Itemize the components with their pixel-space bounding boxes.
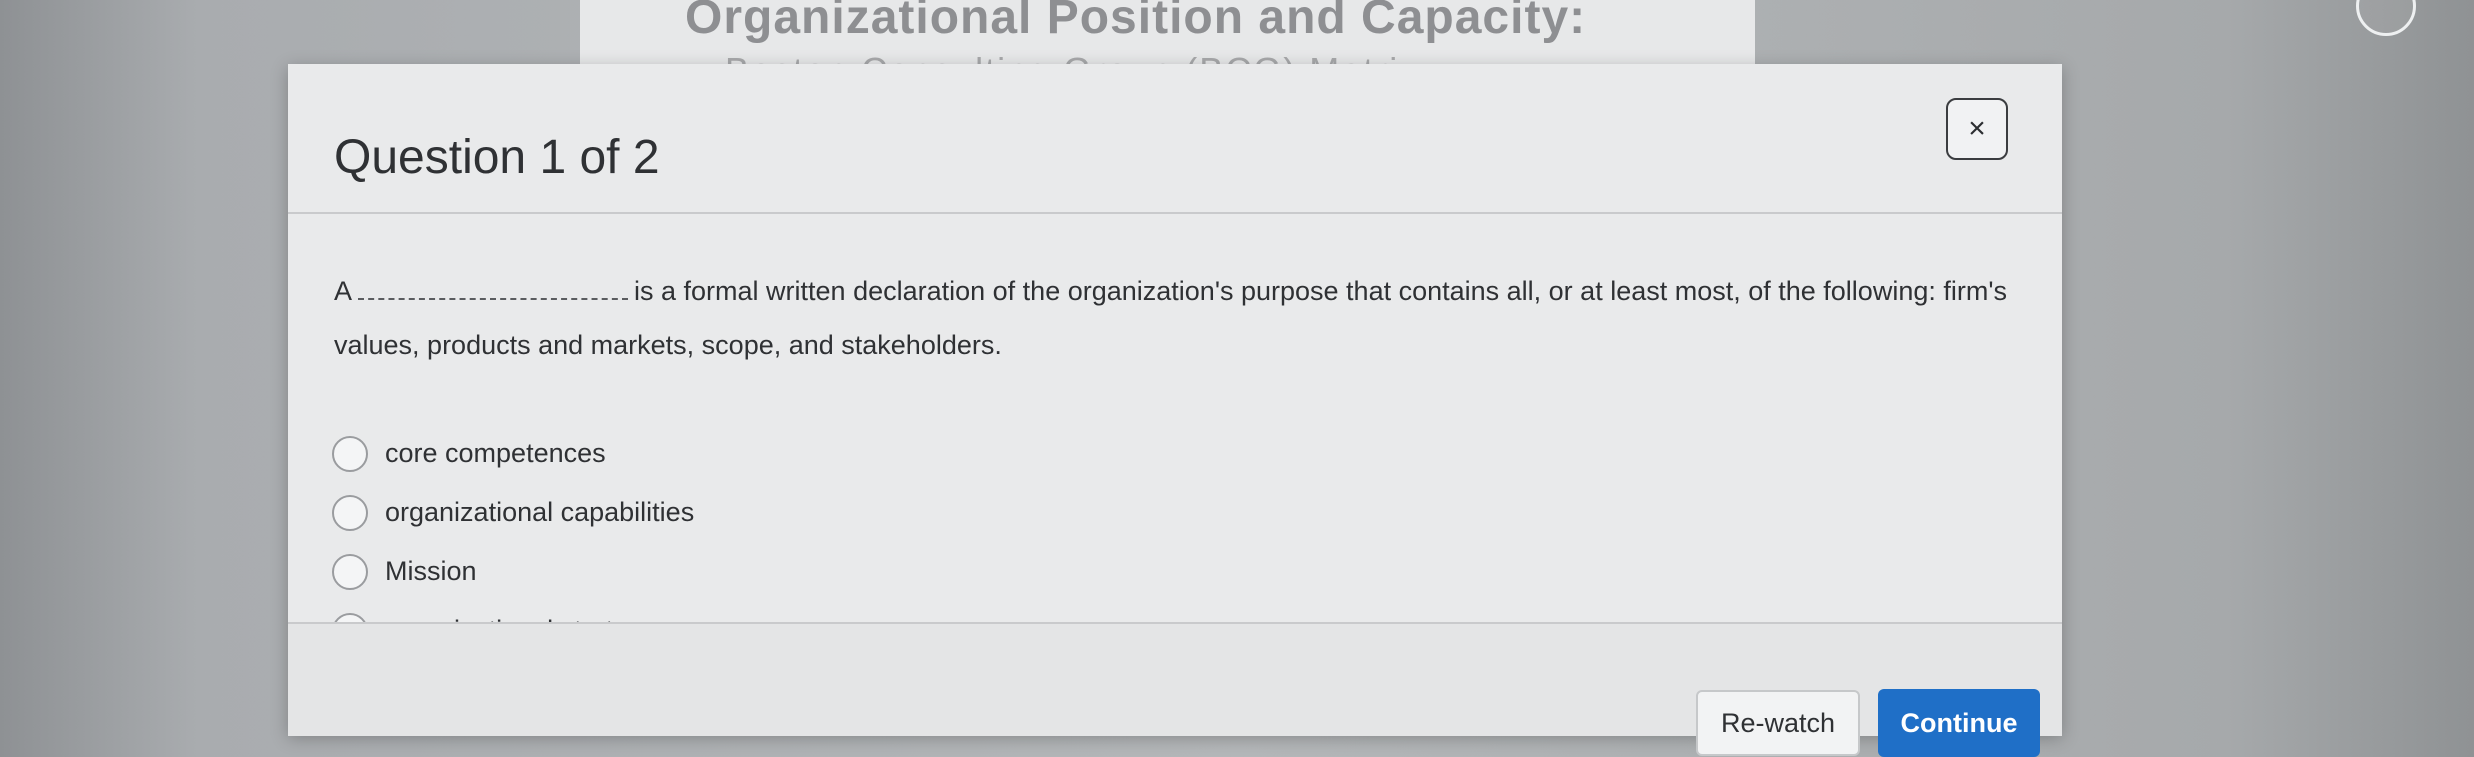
close-button[interactable]: × [1946, 98, 2008, 160]
dialog-body: Ais a formal written declaration of the … [332, 264, 2034, 649]
radio-button[interactable] [332, 494, 368, 531]
option-label: Mission [385, 556, 477, 586]
question-prefix: A [334, 276, 353, 306]
player-control-circle [2356, 0, 2416, 36]
continue-button[interactable]: Continue [1878, 689, 2040, 757]
question-text: Ais a formal written declaration of the … [334, 264, 2034, 372]
close-icon: × [1968, 112, 1986, 145]
slide-title: Organizational Position and Capacity: [685, 0, 1587, 44]
option-label: organizational capabilities [385, 497, 695, 527]
dialog-title: Question 1 of 2 [334, 131, 660, 184]
option-organizational-capabilities[interactable]: organizational capabilities [332, 483, 695, 542]
dialog-header: Question 1 of 2 × [288, 64, 2062, 214]
option-label: core competences [385, 438, 606, 468]
radio-button[interactable] [332, 553, 368, 590]
rewatch-button[interactable]: Re-watch [1696, 690, 1860, 756]
question-dialog: Question 1 of 2 × Ais a formal written d… [288, 64, 2062, 757]
radio-button[interactable] [332, 435, 368, 472]
option-mission[interactable]: Mission [332, 542, 694, 601]
option-core-competences[interactable]: core competences [332, 424, 694, 483]
answer-blank [358, 272, 629, 300]
dialog-footer: Re-watch Continue [288, 622, 2062, 757]
